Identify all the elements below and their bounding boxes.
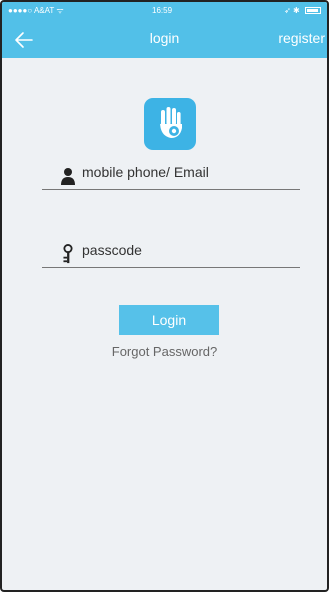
status-icons: ➶ ✱ [284,2,321,20]
password-placeholder: passcode [82,242,142,258]
status-time: 16:59 [152,6,173,15]
login-button[interactable]: Login [119,305,219,335]
location-bluetooth-icons: ➶ ✱ [284,6,300,15]
header-bar: ●●●●○ A&AT ᯤ 16:59 ➶ ✱ login register [2,2,327,58]
phone-screen: ●●●●○ A&AT ᯤ 16:59 ➶ ✱ login register mo… [0,0,329,592]
status-bar: ●●●●○ A&AT ᯤ 16:59 ➶ ✱ [2,2,327,20]
person-icon [61,168,75,185]
app-logo [144,98,196,150]
username-placeholder: mobile phone/ Email [82,164,209,180]
carrier-signal: ●●●●○ A&AT ᯤ [8,6,64,15]
battery-icon [305,7,321,15]
key-icon [63,244,73,264]
forgot-password-link[interactable]: Forgot Password? [2,344,327,359]
username-field[interactable]: mobile phone/ Email [42,162,300,190]
hand-icon [160,107,182,138]
nav-bar: login register [2,24,327,58]
password-field[interactable]: passcode [42,240,300,268]
register-link[interactable]: register [278,30,325,46]
